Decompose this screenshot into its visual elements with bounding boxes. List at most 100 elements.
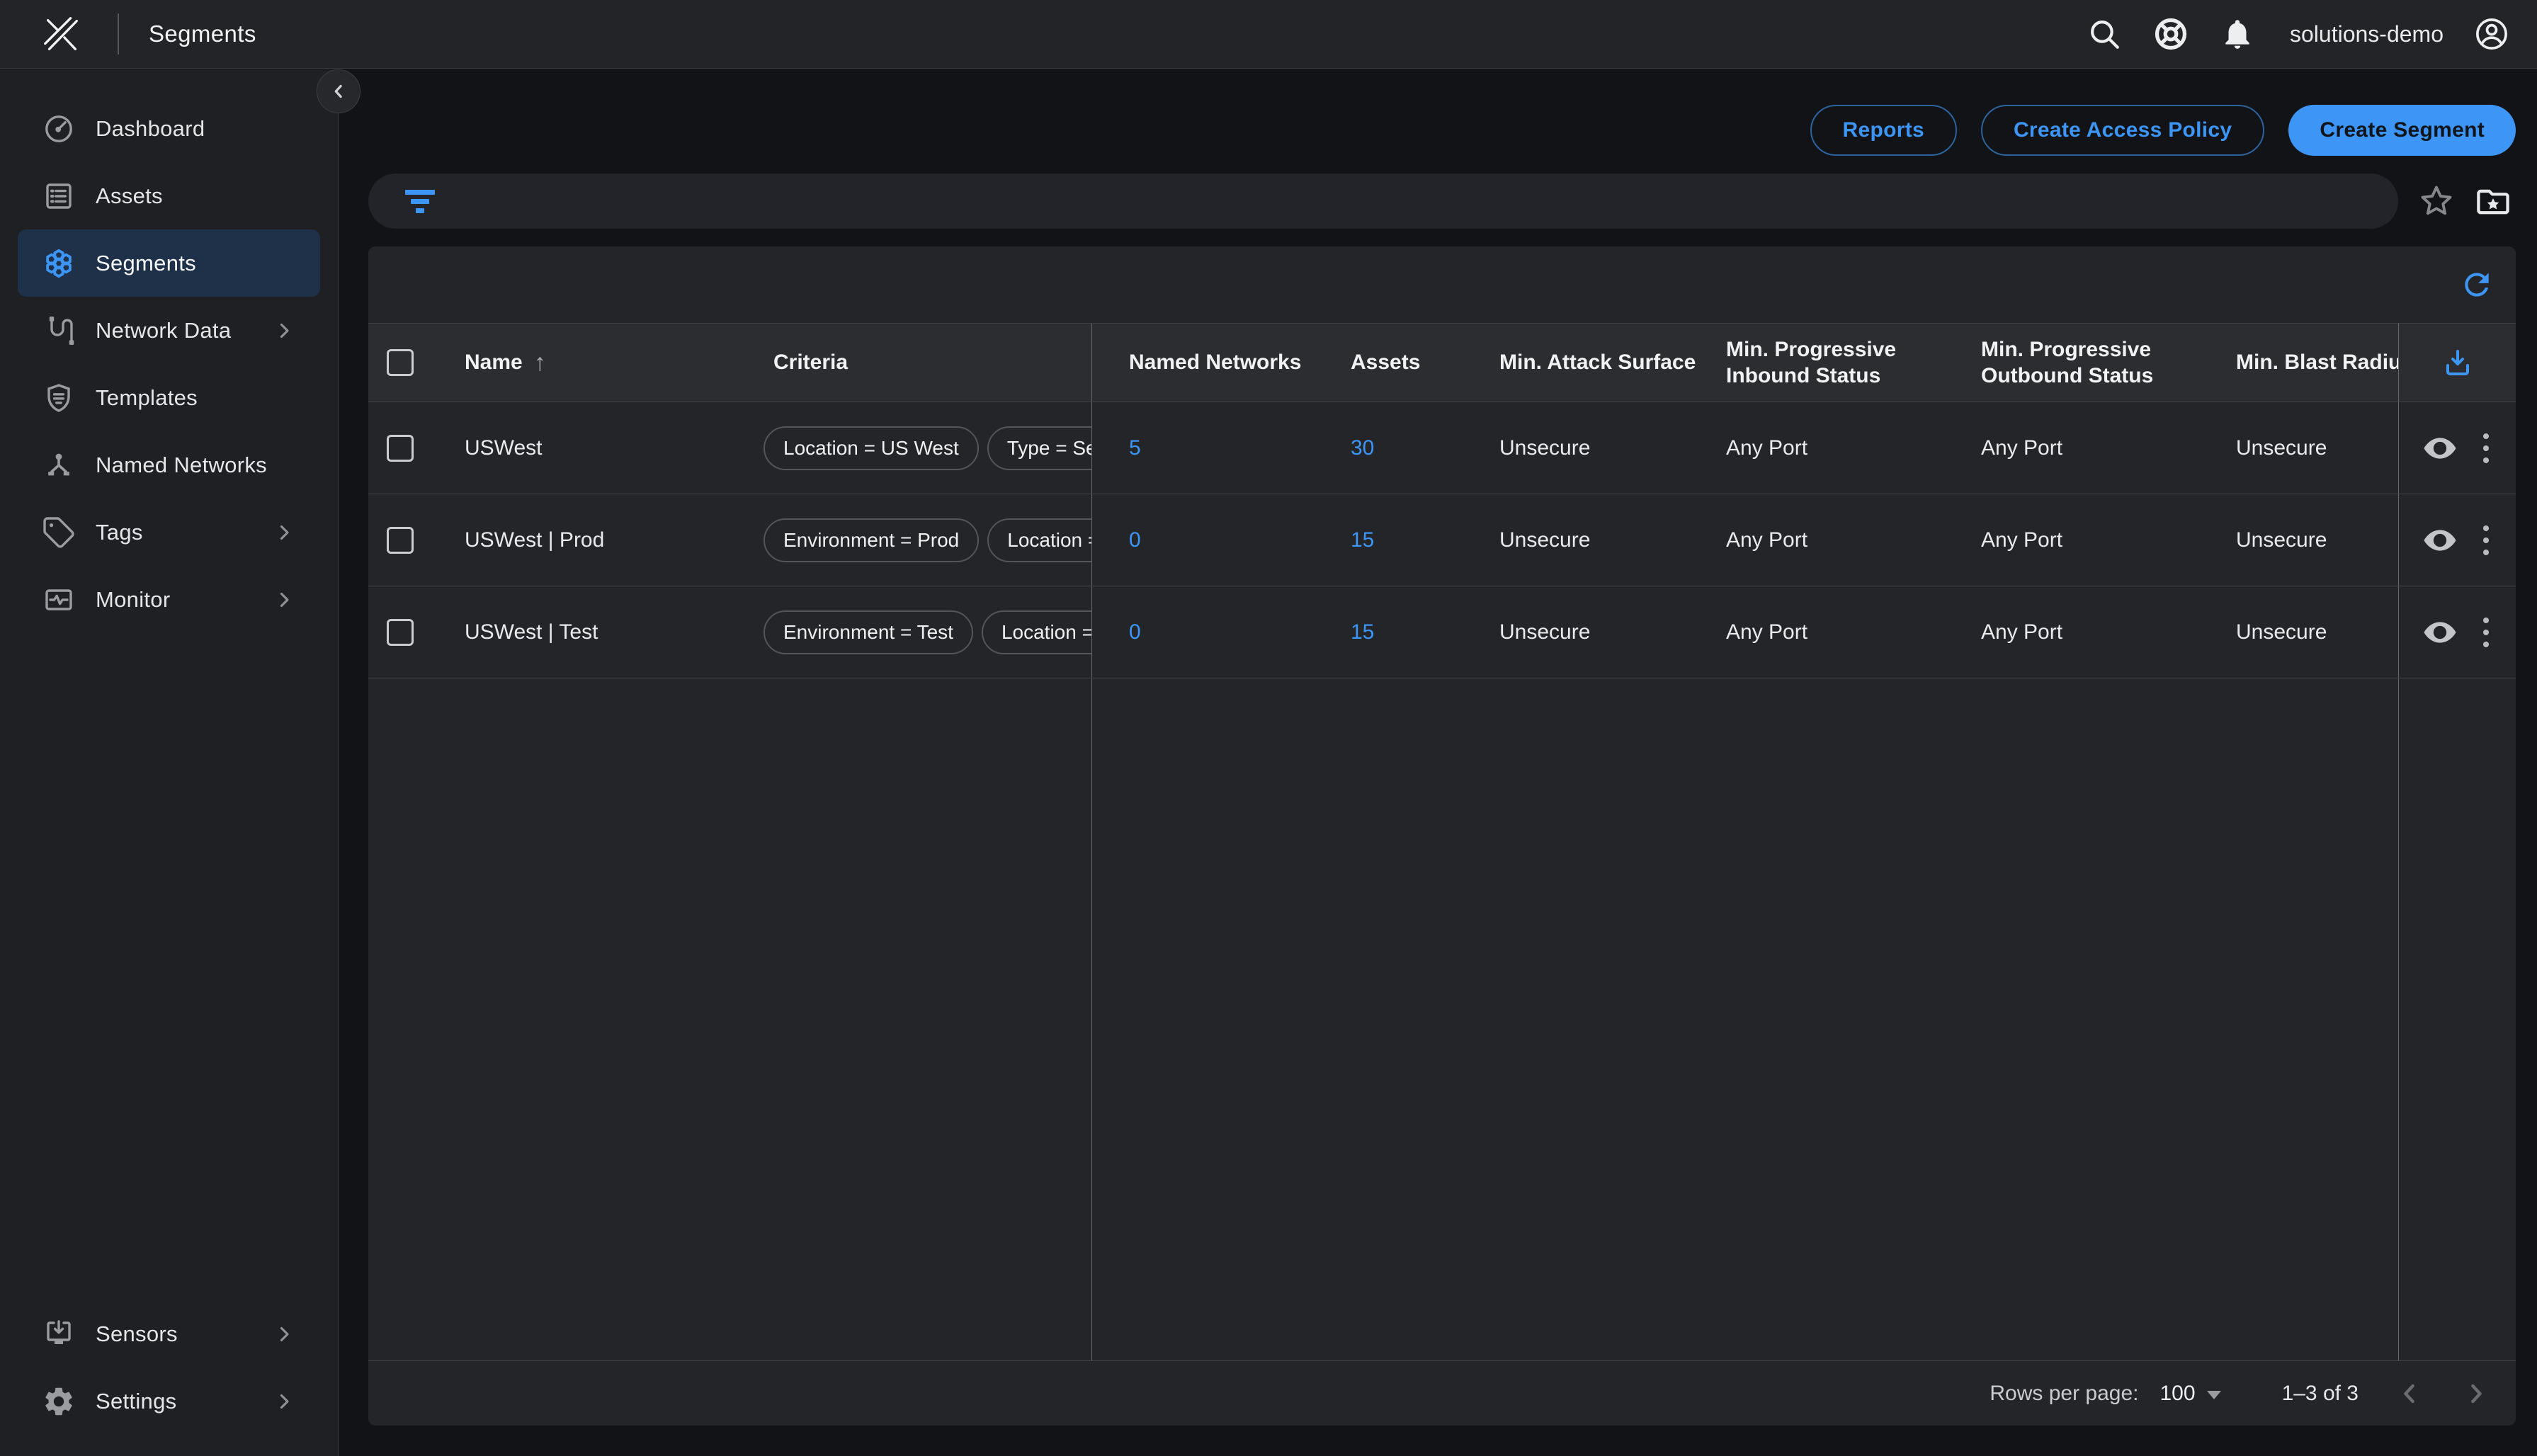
- column-header-min-attack-surface[interactable]: Min. Attack Surface: [1488, 324, 1715, 402]
- criteria-chip[interactable]: Location = US West: [982, 610, 1091, 654]
- assets-count-link[interactable]: 15: [1351, 528, 1374, 552]
- min-blast-radius-value: Unsecure: [2225, 586, 2398, 678]
- min-progressive-inbound-value: Any Port: [1715, 586, 1970, 678]
- sidebar-nav-bottom: Sensors Settings: [0, 1300, 338, 1456]
- topbar-actions: solutions-demo: [2086, 16, 2537, 52]
- notifications-bell-icon[interactable]: [2219, 16, 2256, 52]
- sidebar-item-label: Segments: [96, 251, 196, 276]
- sensors-download-icon: [42, 1317, 76, 1351]
- column-header-named-networks[interactable]: Named Networks: [1091, 324, 1339, 402]
- sidebar-item-label: Sensors: [96, 1321, 178, 1347]
- app-logo-icon: [40, 12, 84, 56]
- templates-shield-icon: [42, 381, 76, 415]
- named-networks-count-link[interactable]: 5: [1129, 436, 1141, 460]
- table-toolbar: [368, 246, 2516, 323]
- export-download-icon[interactable]: [2441, 346, 2475, 380]
- column-header-assets[interactable]: Assets: [1339, 324, 1488, 402]
- sidebar-item-segments[interactable]: Segments: [18, 229, 320, 297]
- search-icon[interactable]: [2086, 16, 2123, 52]
- row-menu-kebab-icon[interactable]: [2479, 429, 2493, 467]
- view-eye-icon[interactable]: [2422, 615, 2458, 650]
- sidebar-item-assets[interactable]: Assets: [18, 162, 320, 229]
- sidebar-item-templates[interactable]: Templates: [18, 364, 320, 431]
- assets-list-icon: [42, 179, 76, 213]
- min-progressive-inbound-value: Any Port: [1715, 402, 1970, 494]
- criteria-chip[interactable]: Location = US West: [987, 518, 1091, 562]
- view-eye-icon[interactable]: [2422, 523, 2458, 558]
- min-attack-surface-value: Unsecure: [1488, 586, 1715, 678]
- column-header-actions: [2398, 324, 2516, 402]
- column-header-min-progressive-outbound[interactable]: Min. Progressive Outbound Status: [1970, 324, 2225, 402]
- sidebar-item-tags[interactable]: Tags: [18, 499, 320, 566]
- create-segment-button[interactable]: Create Segment: [2288, 105, 2516, 156]
- monitor-pulse-icon: [42, 583, 76, 617]
- filter-bar[interactable]: [368, 174, 2398, 229]
- column-header-name[interactable]: Name ↑: [450, 324, 762, 402]
- row-checkbox[interactable]: [387, 435, 414, 462]
- refresh-icon[interactable]: [2459, 267, 2495, 302]
- sidebar-item-label: Templates: [96, 385, 198, 411]
- named-networks-count-link[interactable]: 0: [1129, 528, 1141, 552]
- sidebar-item-monitor[interactable]: Monitor: [18, 566, 320, 633]
- select-all-checkbox[interactable]: [387, 349, 414, 376]
- named-networks-count-link[interactable]: 0: [1129, 620, 1141, 644]
- table-row[interactable]: USWest | Prod Environment = Prod Locatio…: [368, 494, 2516, 586]
- username[interactable]: solutions-demo: [2290, 21, 2444, 47]
- row-menu-kebab-icon[interactable]: [2479, 521, 2493, 559]
- min-progressive-outbound-value: Any Port: [1970, 494, 2225, 586]
- previous-page-icon[interactable]: [2394, 1378, 2425, 1409]
- segment-name[interactable]: USWest | Prod: [450, 494, 762, 586]
- next-page-icon[interactable]: [2461, 1378, 2492, 1409]
- min-progressive-inbound-value: Any Port: [1715, 494, 1970, 586]
- min-progressive-outbound-value: Any Port: [1970, 402, 2225, 494]
- sidebar-item-named-networks[interactable]: Named Networks: [18, 431, 320, 499]
- star-icon[interactable]: [2418, 183, 2455, 220]
- table-row[interactable]: USWest Location = US West Type = Server …: [368, 402, 2516, 494]
- segments-honeycomb-icon: [42, 246, 76, 280]
- sidebar-item-label: Settings: [96, 1389, 176, 1414]
- rows-per-page-select[interactable]: 100: [2160, 1382, 2221, 1406]
- sidebar-item-label: Network Data: [96, 318, 231, 343]
- sidebar-item-sensors[interactable]: Sensors: [18, 1300, 320, 1367]
- account-icon[interactable]: [2473, 16, 2510, 52]
- sidebar-collapse-button[interactable]: [317, 69, 361, 113]
- topbar: Segments solutions-demo: [0, 0, 2537, 69]
- page-actions: Reports Create Access Policy Create Segm…: [1810, 105, 2516, 156]
- min-attack-surface-value: Unsecure: [1488, 402, 1715, 494]
- settings-gear-icon: [42, 1384, 76, 1418]
- view-eye-icon[interactable]: [2422, 431, 2458, 466]
- assets-count-link[interactable]: 30: [1351, 436, 1374, 460]
- table-row[interactable]: USWest | Test Environment = Test Locatio…: [368, 586, 2516, 678]
- row-checkbox[interactable]: [387, 527, 414, 554]
- sidebar-item-label: Tags: [96, 520, 143, 545]
- criteria-chip[interactable]: Type = Server: [987, 426, 1091, 470]
- chevron-right-icon: [272, 521, 296, 545]
- sidebar-nav: Dashboard Assets: [0, 69, 338, 633]
- help-lifebuoy-icon[interactable]: [2152, 16, 2189, 52]
- sidebar-item-settings[interactable]: Settings: [18, 1367, 320, 1435]
- row-checkbox[interactable]: [387, 619, 414, 646]
- sidebar-item-network-data[interactable]: Network Data: [18, 297, 320, 364]
- criteria-chip[interactable]: Environment = Test: [764, 610, 973, 654]
- table-empty-area: [368, 678, 2516, 1360]
- segment-name[interactable]: USWest | Test: [450, 586, 762, 678]
- criteria-chip[interactable]: Location = US West: [764, 426, 979, 470]
- row-menu-kebab-icon[interactable]: [2479, 613, 2493, 652]
- min-attack-surface-value: Unsecure: [1488, 494, 1715, 586]
- criteria-chip[interactable]: Environment = Prod: [764, 518, 979, 562]
- min-blast-radius-value: Unsecure: [2225, 402, 2398, 494]
- segment-name[interactable]: USWest: [450, 402, 762, 494]
- assets-count-link[interactable]: 15: [1351, 620, 1374, 644]
- column-header-min-progressive-inbound[interactable]: Min. Progressive Inbound Status: [1715, 324, 1970, 402]
- min-progressive-outbound-value: Any Port: [1970, 586, 2225, 678]
- min-blast-radius-value: Unsecure: [2225, 494, 2398, 586]
- sidebar-item-dashboard[interactable]: Dashboard: [18, 95, 320, 162]
- reports-button[interactable]: Reports: [1810, 105, 1957, 156]
- column-header-criteria[interactable]: Criteria: [762, 324, 1091, 402]
- segments-table-card: Name ↑ Criteria Named Networks Assets Mi…: [368, 246, 2516, 1426]
- create-access-policy-button[interactable]: Create Access Policy: [1981, 105, 2264, 156]
- column-header-label: Name: [465, 351, 523, 375]
- column-header-min-blast-radius[interactable]: Min. Blast Radius: [2225, 324, 2398, 402]
- criteria-cell: Location = US West Type = Server: [762, 402, 1091, 494]
- folder-star-icon[interactable]: [2475, 183, 2512, 220]
